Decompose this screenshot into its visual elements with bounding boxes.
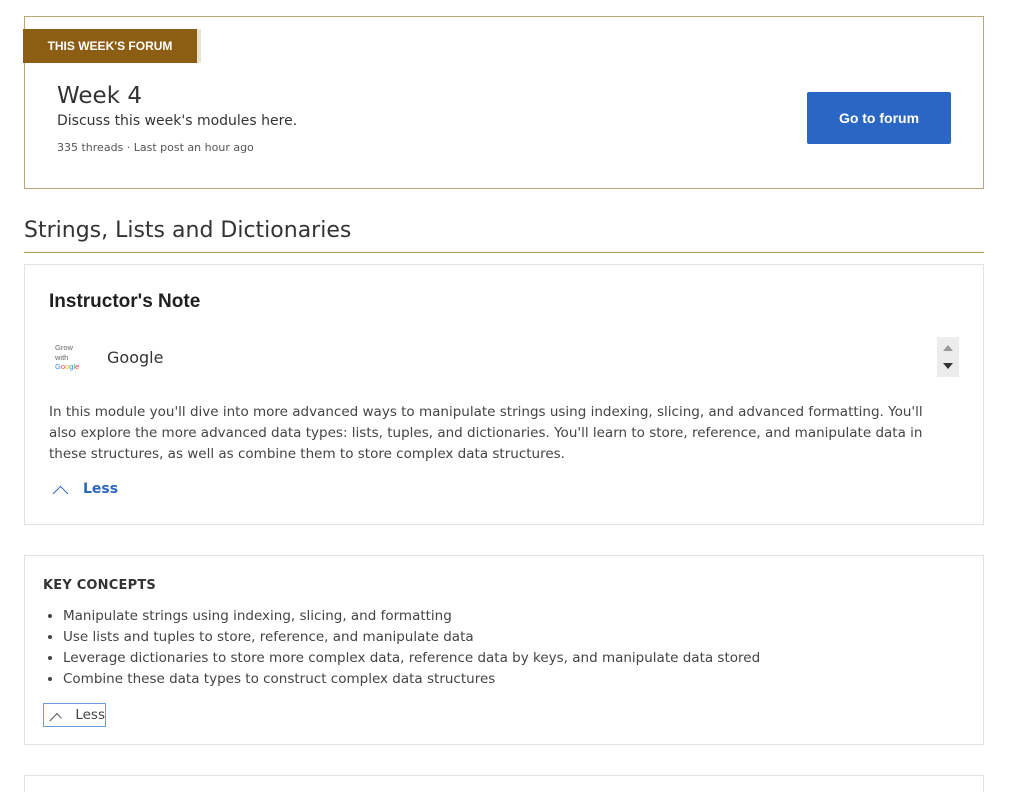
chevron-up-icon: [52, 485, 69, 501]
forum-badge: THIS WEEK'S FORUM: [23, 29, 197, 63]
forum-title: Week 4: [57, 83, 142, 109]
instructor-scrollbar[interactable]: [937, 337, 959, 377]
scroll-up-arrow-icon[interactable]: [943, 345, 953, 351]
less-label: Less: [83, 481, 119, 497]
logo-google-word: Google: [55, 362, 89, 372]
section-divider: [24, 252, 984, 253]
forum-card: THIS WEEK'S FORUM Week 4 Discuss this we…: [23, 16, 984, 189]
instructor-name: Google: [107, 348, 164, 367]
key-concepts-card: KEY CONCEPTS Manipulate strings using in…: [24, 555, 984, 745]
key-concepts-less-toggle[interactable]: Less: [43, 703, 106, 727]
chevron-up-icon: [49, 712, 63, 726]
less-label: Less: [75, 707, 105, 723]
forum-badge-tail: [197, 29, 201, 63]
key-concepts-heading: KEY CONCEPTS: [43, 578, 156, 593]
list-item: Manipulate strings using indexing, slici…: [63, 606, 943, 627]
list-item: Use lists and tuples to store, reference…: [63, 627, 943, 648]
logo-letter: e: [75, 362, 80, 371]
logo-line: Grow: [55, 343, 73, 352]
key-concepts-list: Manipulate strings using indexing, slici…: [63, 606, 943, 690]
instructor-note-card: Instructor's Note Grow with Google Googl…: [24, 264, 984, 525]
instructor-note-heading: Instructor's Note: [49, 291, 201, 312]
next-card: [24, 775, 984, 792]
forum-meta: 335 threads · Last post an hour ago: [57, 141, 254, 154]
list-item: Combine these data types to construct co…: [63, 669, 943, 690]
list-item: Leverage dictionaries to store more comp…: [63, 648, 943, 669]
instructor-note-less-toggle[interactable]: Less: [51, 479, 119, 501]
scroll-down-arrow-icon[interactable]: [943, 363, 953, 369]
instructor-note-body: In this module you'll dive into more adv…: [49, 404, 923, 462]
forum-description: Discuss this week's modules here.: [57, 113, 298, 129]
grow-with-google-logo: Grow with Google: [55, 343, 89, 375]
logo-line: with: [55, 352, 69, 362]
section-title: Strings, Lists and Dictionaries: [24, 218, 352, 243]
go-to-forum-button[interactable]: Go to forum: [807, 92, 951, 144]
